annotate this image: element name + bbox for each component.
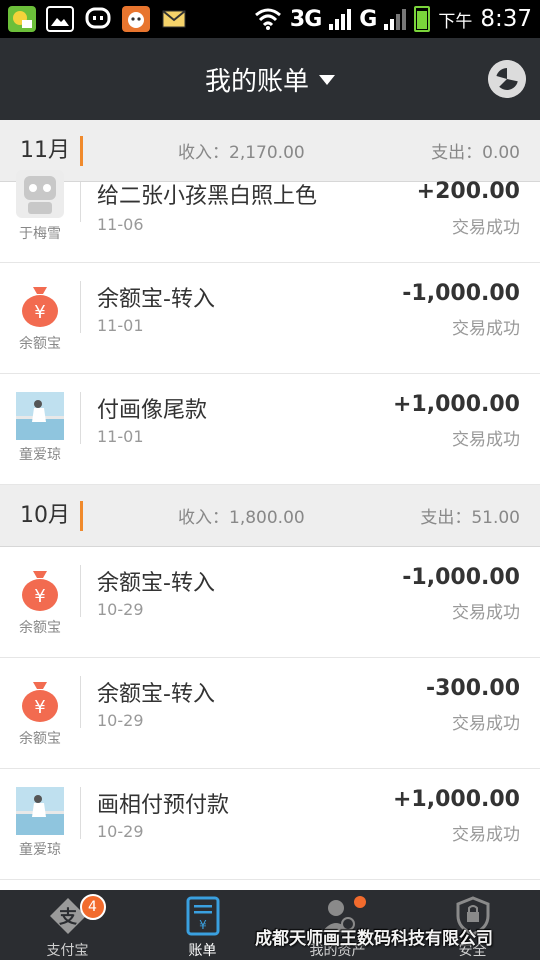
item-amount: -1,000.00 bbox=[402, 565, 520, 590]
source-name: 于梅雪 bbox=[19, 226, 61, 242]
month-expense: 支出：0.00 bbox=[431, 143, 520, 163]
svg-text:¥: ¥ bbox=[34, 697, 45, 718]
tab-label: 支付宝 bbox=[46, 943, 89, 959]
item-date: 10-29 bbox=[97, 600, 144, 619]
item-amount: +1,000.00 bbox=[393, 787, 520, 812]
chevron-down-icon bbox=[319, 75, 335, 85]
month-header: 11月 收入：2,170.00 支出：0.00 bbox=[0, 120, 540, 182]
photo-avatar-icon bbox=[16, 392, 64, 440]
list-item[interactable]: ¥ 余额宝 余额宝-转入 11-01 -1,000.00 交易成功 bbox=[0, 263, 540, 374]
list-item[interactable]: 童爱琼 付画像尾款 11-01 +1,000.00 交易成功 bbox=[0, 374, 540, 485]
status-icons: 3G G 下午 8:37 bbox=[254, 4, 532, 34]
month-name: 10月 bbox=[20, 501, 83, 531]
clock: 8:37 bbox=[480, 6, 532, 32]
svg-text:¥: ¥ bbox=[34, 586, 45, 607]
month-income: 收入：2,170.00 bbox=[178, 143, 305, 163]
item-title: 给二张小孩黑白照上色 bbox=[97, 184, 318, 209]
item-status: 交易成功 bbox=[452, 714, 520, 734]
list-item[interactable]: 童爱琼 画相付预付款 10-29 +1,000.00 交易成功 bbox=[0, 769, 540, 880]
network-type: 3G bbox=[289, 6, 322, 32]
tab-bill[interactable]: ¥ 账单 bbox=[135, 890, 270, 960]
status-bar: 3G G 下午 8:37 bbox=[0, 0, 540, 38]
item-title: 余额宝-转入 bbox=[97, 682, 215, 707]
signal-icon-2 bbox=[384, 8, 407, 30]
wifi-icon bbox=[254, 8, 281, 30]
item-date: 11-06 bbox=[97, 215, 144, 234]
source-name: 余额宝 bbox=[19, 731, 61, 747]
month-expense: 支出：51.00 bbox=[420, 508, 520, 528]
month-income: 收入：1,800.00 bbox=[178, 508, 305, 528]
money-bag-icon: ¥ bbox=[16, 565, 64, 613]
divider bbox=[80, 392, 81, 444]
bill-list[interactable]: 11月 收入：2,170.00 支出：0.00 于梅雪 给二张小孩黑白照上色 1… bbox=[0, 120, 540, 890]
item-title: 余额宝-转入 bbox=[97, 571, 215, 596]
svg-text:¥: ¥ bbox=[199, 918, 207, 932]
chart-icon[interactable] bbox=[488, 60, 526, 98]
page-title: 我的账单 bbox=[204, 66, 309, 97]
item-amount: +200.00 bbox=[416, 179, 520, 204]
list-item[interactable]: 于梅雪 给二张小孩黑白照上色 11-06 +200.00 交易成功 bbox=[0, 170, 540, 263]
item-amount: -1,000.00 bbox=[402, 281, 520, 306]
chat-icon bbox=[84, 6, 112, 32]
mail-icon bbox=[160, 6, 188, 32]
divider bbox=[80, 565, 81, 617]
bill-icon: ¥ bbox=[183, 896, 223, 936]
money-bag-icon: ¥ bbox=[16, 676, 64, 724]
alipay-icon: 支 4 bbox=[48, 894, 106, 936]
battery-icon bbox=[414, 6, 431, 32]
item-status: 交易成功 bbox=[452, 825, 520, 845]
item-title: 画相付预付款 bbox=[97, 793, 230, 818]
item-date: 11-01 bbox=[97, 427, 144, 446]
app-icon bbox=[122, 6, 150, 32]
source-name: 童爱琼 bbox=[19, 842, 61, 858]
list-item[interactable]: ¥ 余额宝 余额宝-转入 10-29 -1,000.00 交易成功 bbox=[0, 547, 540, 658]
image-icon bbox=[46, 6, 74, 32]
source-name: 童爱琼 bbox=[19, 447, 61, 463]
divider bbox=[80, 676, 81, 728]
item-title: 余额宝-转入 bbox=[97, 287, 215, 312]
item-status: 交易成功 bbox=[452, 603, 520, 623]
svg-text:支: 支 bbox=[58, 906, 78, 928]
money-bag-icon: ¥ bbox=[16, 281, 64, 329]
svg-text:¥: ¥ bbox=[34, 302, 45, 323]
tab-label: 账单 bbox=[188, 943, 217, 959]
network-type-2: G bbox=[359, 6, 377, 32]
item-status: 交易成功 bbox=[452, 430, 520, 450]
signal-icon bbox=[329, 8, 352, 30]
item-status: 交易成功 bbox=[452, 319, 520, 339]
robot-avatar-icon bbox=[16, 170, 64, 218]
item-status: 交易成功 bbox=[452, 218, 520, 238]
tab-alipay[interactable]: 支 4 支付宝 bbox=[0, 890, 135, 960]
divider bbox=[80, 182, 81, 222]
month-header: 10月 收入：1,800.00 支出：51.00 bbox=[0, 485, 540, 547]
divider bbox=[80, 281, 81, 333]
header: 我的账单 bbox=[0, 38, 540, 120]
item-amount: -300.00 bbox=[425, 676, 520, 701]
notification-icons bbox=[8, 4, 188, 34]
time-prefix: 下午 bbox=[438, 11, 473, 32]
new-indicator-dot bbox=[353, 896, 366, 908]
title-dropdown[interactable]: 我的账单 bbox=[0, 38, 540, 120]
month-name: 11月 bbox=[20, 136, 83, 166]
app-notification-icon bbox=[8, 6, 36, 32]
source-name: 余额宝 bbox=[19, 620, 61, 636]
item-amount: +1,000.00 bbox=[393, 392, 520, 417]
source-name: 余额宝 bbox=[19, 336, 61, 352]
item-date: 10-29 bbox=[97, 822, 144, 841]
divider bbox=[80, 787, 81, 839]
item-date: 11-01 bbox=[97, 316, 144, 335]
notification-badge: 4 bbox=[79, 894, 106, 920]
photo-avatar-icon bbox=[16, 787, 64, 835]
item-title: 付画像尾款 bbox=[97, 398, 208, 423]
watermark: 成都天师画王数码科技有限公司 bbox=[255, 929, 493, 949]
list-item[interactable]: ¥ 余额宝 余额宝-转入 10-29 -300.00 交易成功 bbox=[0, 658, 540, 769]
item-date: 10-29 bbox=[97, 711, 144, 730]
